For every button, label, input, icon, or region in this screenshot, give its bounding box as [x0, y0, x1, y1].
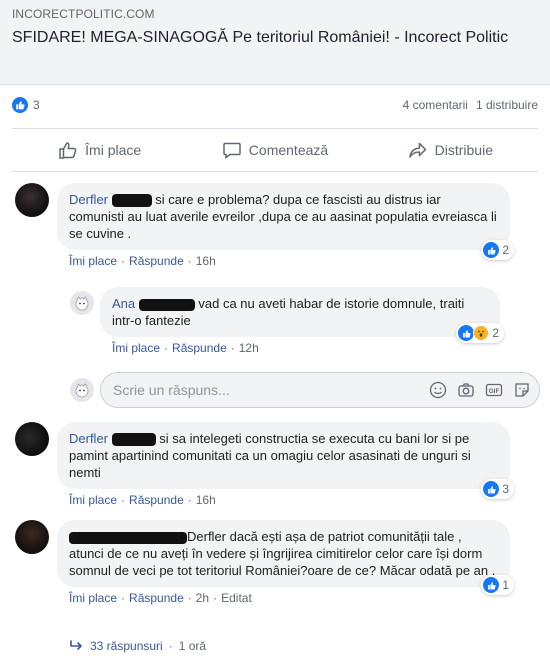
like-reaction-icon [483, 577, 500, 593]
share-label: Distribuie [434, 142, 493, 158]
comment-label: Comentează [248, 142, 329, 158]
cat-avatar-icon [75, 296, 89, 311]
cat-avatar-icon [75, 383, 89, 398]
comment-bubble: Derfler si care e problema? dupa ce fasc… [57, 183, 510, 250]
reply-placeholder: Scrie un răspuns... [113, 382, 230, 398]
share-count[interactable]: 1 distribuire [476, 98, 538, 112]
like-button[interactable]: Îmi place [12, 129, 187, 171]
reply-time[interactable]: 12h [239, 341, 259, 355]
like-reaction-icon[interactable] [12, 97, 28, 113]
link-domain: INCORECTPOLITIC.COM [12, 7, 155, 21]
share-arrow-icon [408, 142, 426, 158]
comment-like-link[interactable]: Îmi place [69, 493, 117, 507]
like-reaction-icon [483, 242, 500, 258]
comment-like-link[interactable]: Îmi place [69, 591, 117, 605]
comment-reaction-count: 2 [502, 243, 509, 257]
comment-item: Derfler si care e problema? dupa ce fasc… [15, 183, 514, 268]
comment-time[interactable]: 16h [196, 493, 216, 507]
link-title[interactable]: SFIDARE! MEGA-SINAGOGĂ Pe teritoriul Rom… [12, 27, 538, 48]
comment-item: Derfler dacă ești așa de patriot comunit… [15, 520, 514, 605]
reply-author[interactable]: Ana [112, 296, 135, 311]
like-reaction-icon [458, 325, 475, 341]
comment-item: Derfler si sa intelegeti constructia se … [15, 422, 514, 507]
current-user-avatar [70, 378, 94, 402]
reaction-count[interactable]: 3 [33, 98, 40, 112]
comment-reply-link[interactable]: Răspunde [129, 493, 184, 507]
comment-time[interactable]: 2h [196, 591, 209, 605]
redacted-name [111, 433, 156, 447]
share-button[interactable]: Distribuie [363, 129, 538, 171]
comment-meta: Îmi place · Răspunde · 16h [69, 254, 216, 268]
reply-like-link[interactable]: Îmi place [112, 341, 160, 355]
avatar[interactable] [70, 291, 94, 315]
reply-reply-link[interactable]: Răspunde [172, 341, 227, 355]
like-label: Îmi place [85, 142, 142, 158]
comment-bubble: Derfler dacă ești așa de patriot comunit… [57, 520, 510, 587]
avatar[interactable] [15, 520, 49, 554]
gif-icon[interactable]: GIF [485, 381, 503, 399]
reply-composer: Scrie un răspuns... GIF [70, 372, 540, 408]
comment-edited[interactable]: Editat [221, 591, 252, 605]
comment-meta: Îmi place · Răspunde · 2h · Editat [69, 591, 252, 605]
like-reaction-icon [483, 481, 500, 497]
comment-reply-link[interactable]: Răspunde [129, 254, 184, 268]
comment-like-link[interactable]: Îmi place [69, 254, 117, 268]
comment-icon [223, 142, 241, 159]
reactions-summary: 3 4 comentarii 1 distribuire [0, 90, 550, 120]
redacted-name [138, 298, 195, 311]
link-preview[interactable]: INCORECTPOLITIC.COM SFIDARE! MEGA-SINAGO… [0, 0, 550, 85]
comment-author[interactable]: Derfler [69, 192, 108, 207]
redacted-name [69, 531, 187, 544]
view-more-replies[interactable]: 33 răspunsuri · 1 oră [70, 639, 206, 653]
post-actions-bar: Îmi place Comentează Distribuie [12, 128, 538, 172]
comment-author[interactable]: Derfler [69, 431, 108, 446]
sticker-icon[interactable] [513, 381, 531, 399]
reply-item: Ana vad ca nu aveti habar de istorie dom… [70, 287, 504, 355]
comment-time[interactable]: 16h [196, 254, 216, 268]
comment-count[interactable]: 4 comentarii [403, 98, 468, 112]
comment-button[interactable]: Comentează [187, 129, 362, 171]
reply-input[interactable]: Scrie un răspuns... GIF [100, 372, 540, 408]
comment-meta: Îmi place · Răspunde · 16h [69, 493, 216, 507]
reply-reaction-count: 2 [492, 326, 499, 340]
emoji-icon[interactable] [429, 381, 447, 399]
comment-reactions[interactable]: 2 [481, 240, 514, 260]
comment-reactions[interactable]: 1 [481, 575, 514, 595]
more-replies-time: 1 oră [178, 639, 207, 653]
more-replies-label[interactable]: 33 răspunsuri [90, 639, 163, 653]
reply-arrow-icon [70, 640, 82, 650]
camera-icon[interactable] [457, 381, 475, 399]
wow-reaction-icon [473, 325, 490, 341]
comment-reaction-count: 3 [502, 482, 509, 496]
reply-bubble: Ana vad ca nu aveti habar de istorie dom… [100, 287, 500, 337]
redacted-name [111, 194, 152, 208]
svg-text:GIF: GIF [489, 388, 500, 395]
avatar[interactable] [15, 422, 49, 456]
comment-reactions[interactable]: 3 [481, 479, 514, 499]
comment-bubble: Derfler si sa intelegeti constructia se … [57, 422, 510, 489]
reply-meta: Îmi place · Răspunde · 12h [112, 341, 259, 355]
comment-reply-link[interactable]: Răspunde [129, 591, 184, 605]
thumbs-up-icon [59, 142, 77, 159]
reply-reactions[interactable]: 2 [456, 323, 504, 343]
comment-reaction-count: 1 [502, 578, 509, 592]
avatar[interactable] [15, 183, 49, 217]
